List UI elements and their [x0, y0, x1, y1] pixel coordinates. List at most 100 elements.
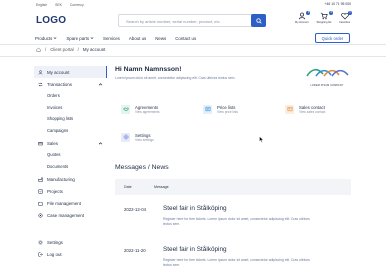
factory-icon	[38, 177, 43, 182]
sidebar-item-case-management[interactable]: Case management	[34, 209, 107, 221]
card-settings[interactable]: Settings View settings	[115, 126, 185, 148]
sidebar-item-transactions[interactable]: Transactions	[34, 78, 107, 90]
search-bar[interactable]: Search by article number, serial number,…	[118, 14, 266, 27]
mouse-cursor-icon	[259, 136, 264, 143]
phone-number[interactable]: +46 10 71 95 000	[325, 2, 352, 6]
search-input[interactable]: Search by article number, serial number,…	[126, 19, 221, 24]
table-row[interactable]: 2022-12-04 Steel fair in Stålköping Regi…	[115, 195, 351, 236]
message-date: 2022-11-20	[124, 248, 146, 253]
shopping-list-label: Shopping list	[316, 21, 332, 24]
card-title: Agreements	[135, 104, 159, 110]
nav-about-us[interactable]: About us	[129, 36, 146, 41]
card-subtitle: View price lists	[217, 109, 239, 114]
quick-order-button[interactable]: Quick order	[315, 33, 350, 43]
sidebar-label: My account	[47, 69, 70, 75]
card-subtitle: View agreements	[135, 109, 160, 114]
currency-prefix[interactable]: SEK	[55, 3, 62, 7]
nav-contact-us-label: Contact us	[175, 35, 197, 41]
currency-select[interactable]: Currency	[70, 3, 84, 7]
message-title[interactable]: Steel fair in Stålköping	[163, 205, 227, 212]
my-account-label: My Account	[295, 21, 309, 24]
header-icons: 2 My Account 0 Shopping list 1 Favorites	[295, 11, 352, 24]
sidebar-item-settings[interactable]: Settings	[34, 236, 107, 248]
message-title[interactable]: Steel fair in Stålköping	[163, 246, 227, 253]
cart-icon	[320, 12, 328, 20]
gear-icon	[38, 239, 43, 245]
card-title: Price lists	[217, 104, 236, 110]
nav-news[interactable]: News	[155, 36, 166, 41]
sidebar-item-file-management[interactable]: File management	[34, 197, 107, 209]
breadcrumb-separator: /	[45, 47, 47, 52]
cart-badge: 0	[329, 11, 334, 15]
sidebar-subitem-shopping-lists[interactable]: Shopping lists	[34, 113, 107, 125]
table-row[interactable]: 2022-11-20 Steel fair in Stålköping Regi…	[115, 236, 351, 271]
favorites-button[interactable]: 1 Favorites	[339, 11, 352, 24]
nav-products-label: Products	[35, 35, 53, 41]
handshake-icon	[121, 104, 130, 114]
sales-icon	[38, 141, 43, 145]
nav-contact-us[interactable]: Contact us	[175, 36, 196, 41]
my-account-button[interactable]: 2 My Account	[295, 11, 311, 24]
case-icon	[38, 212, 43, 218]
card-subtitle: View settings	[135, 137, 154, 142]
company-logo-text: LOREM IPSUM COMPANY	[310, 84, 344, 87]
language-select[interactable]: English	[36, 3, 47, 7]
card-price-lists[interactable]: Price lists View price lists	[197, 98, 267, 120]
sidebar-item-projects[interactable]: Projects	[34, 185, 107, 197]
sidebar-item-sales[interactable]: Sales	[34, 137, 107, 149]
chevron-up-icon	[98, 142, 103, 145]
price-list-icon	[203, 104, 212, 114]
transactions-icon	[38, 82, 43, 86]
gear-icon	[121, 132, 130, 142]
chevron-up-icon	[98, 83, 103, 86]
nav-about-us-label: About us	[128, 35, 147, 41]
sidebar-label: Manufacturing	[47, 176, 75, 182]
sidebar-item-my-account[interactable]: My account	[34, 66, 107, 78]
projects-icon	[38, 189, 43, 193]
top-selectors: English SEK Currency	[36, 3, 84, 7]
sidebar-subitem-orders[interactable]: Orders	[34, 90, 107, 102]
sidebar-subitem-campaigns[interactable]: Campaigns	[34, 125, 107, 137]
chevron-down-icon	[90, 37, 94, 39]
breadcrumb-client-portal[interactable]: Client portal	[50, 47, 73, 52]
chevron-down-icon	[53, 37, 57, 39]
site-logo[interactable]: LOGO	[36, 15, 66, 26]
message-text: Register here for free tickets. Lorem ip…	[163, 217, 310, 227]
nav-spare-parts[interactable]: Spare parts	[66, 36, 94, 41]
breadcrumb-separator: /	[77, 47, 79, 52]
card-sales-contact[interactable]: Sales contact View sales contact	[279, 98, 349, 120]
sidebar-item-manufacturing[interactable]: Manufacturing	[34, 173, 107, 185]
search-button[interactable]	[251, 14, 266, 27]
contact-icon	[285, 104, 294, 114]
messages-table: Date Message 2022-12-04 Steel fair in St…	[115, 179, 351, 271]
top-strip: English SEK Currency +46 10 71 95 000	[0, 0, 386, 9]
favorites-badge: 1	[348, 11, 352, 15]
sidebar-label: Settings	[47, 239, 63, 245]
account-badge: 2	[306, 11, 311, 15]
sidebar-item-logout[interactable]: Log out	[34, 248, 107, 260]
company-logo: LOREM IPSUM COMPANY	[304, 66, 350, 87]
sidebar-label: Transactions	[47, 81, 72, 87]
main-content: Hi Namn Namnsson! Lorem ipsum dolor sit …	[115, 66, 351, 271]
messages-title: Messages / News	[115, 164, 169, 171]
sidebar-label: Case management	[47, 212, 85, 218]
shopping-list-button[interactable]: 0 Shopping list	[316, 11, 334, 24]
sidebar-label: Projects	[47, 188, 63, 194]
card-agreements[interactable]: Agreements View agreements	[115, 98, 185, 120]
folder-icon	[38, 201, 43, 205]
sidebar: My account Transactions Orders Invoices …	[34, 66, 107, 260]
message-text: Register here for free tickets. Lorem ip…	[163, 258, 310, 268]
sidebar-subitem-documents[interactable]: Documents	[34, 161, 107, 173]
sidebar-subitem-invoices[interactable]: Invoices	[34, 102, 107, 114]
home-icon[interactable]	[36, 47, 41, 52]
message-date: 2022-12-04	[124, 207, 146, 212]
logout-icon	[38, 252, 43, 256]
card-title: Sales contact	[299, 104, 325, 110]
nav-news-label: News	[155, 35, 167, 41]
nav-products[interactable]: Products	[35, 36, 57, 41]
column-message: Message	[154, 185, 169, 189]
sidebar-label: File management	[47, 200, 81, 206]
nav-services[interactable]: Services	[103, 36, 120, 41]
header: LOGO Search by article number, serial nu…	[0, 9, 386, 32]
sidebar-subitem-quotes[interactable]: Quotes	[34, 149, 107, 161]
